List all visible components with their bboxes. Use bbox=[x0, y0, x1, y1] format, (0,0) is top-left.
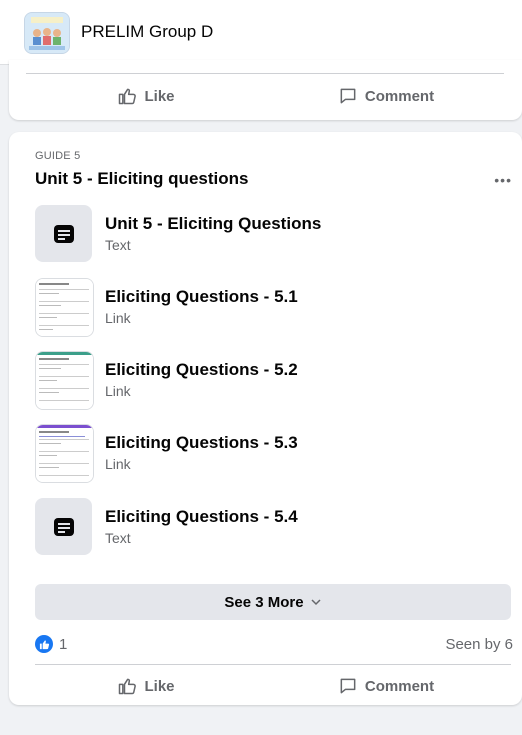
chevron-down-icon bbox=[311, 599, 321, 606]
guide-item-type: Text bbox=[105, 237, 131, 253]
guide-item-title: Eliciting Questions - 5.1 bbox=[105, 287, 298, 306]
more-horizontal-icon[interactable]: ••• bbox=[494, 172, 512, 188]
group-name[interactable]: PRELIM Group D bbox=[81, 22, 213, 42]
comment-label: Comment bbox=[364, 677, 435, 695]
like-label: Like bbox=[144, 87, 175, 105]
divider bbox=[35, 664, 511, 665]
guide-item-title: Unit 5 - Eliciting Questions bbox=[105, 214, 322, 233]
guide-item[interactable]: Eliciting Questions - 5.1 Link bbox=[35, 278, 505, 337]
document-icon bbox=[35, 205, 92, 262]
guide-item-title: Eliciting Questions - 5.2 bbox=[105, 360, 298, 379]
see-more-label: See 3 More bbox=[224, 593, 304, 611]
guide-item-type: Text bbox=[105, 530, 131, 546]
like-icon bbox=[119, 88, 137, 105]
guide-item[interactable]: Eliciting Questions - 5.4 Text bbox=[35, 498, 505, 556]
like-reaction-icon bbox=[35, 635, 53, 653]
guide-title[interactable]: Unit 5 - Eliciting questions bbox=[35, 169, 248, 189]
document-icon bbox=[35, 498, 92, 555]
reaction-count: 1 bbox=[59, 635, 68, 653]
guide-card: GUIDE 5 Unit 5 - Eliciting questions •••… bbox=[9, 132, 522, 705]
like-button[interactable]: Like bbox=[26, 78, 266, 114]
previous-post-card: Like Comment bbox=[9, 60, 522, 120]
see-more-button[interactable]: See 3 More bbox=[35, 584, 511, 620]
seen-by-count[interactable]: Seen by 6 bbox=[445, 636, 513, 653]
comment-button[interactable]: Comment bbox=[266, 78, 506, 114]
comment-label: Comment bbox=[364, 87, 435, 105]
guide-number-label: GUIDE 5 bbox=[35, 150, 81, 162]
guide-item-type: Link bbox=[105, 310, 131, 326]
guide-item[interactable]: Eliciting Questions - 5.3 Link bbox=[35, 424, 505, 483]
group-header: PRELIM Group D bbox=[0, 0, 522, 65]
guide-item-title: Eliciting Questions - 5.4 bbox=[105, 507, 298, 526]
like-label: Like bbox=[144, 677, 175, 695]
document-thumbnail-icon bbox=[35, 424, 94, 483]
document-thumbnail-icon bbox=[35, 351, 94, 410]
like-button[interactable]: Like bbox=[26, 668, 266, 704]
guide-item-type: Link bbox=[105, 383, 131, 399]
comment-icon bbox=[340, 88, 356, 104]
reaction-summary[interactable]: 1 bbox=[35, 635, 67, 653]
comment-icon bbox=[340, 678, 356, 694]
guide-item[interactable]: Unit 5 - Eliciting Questions Text bbox=[35, 205, 505, 263]
comment-button[interactable]: Comment bbox=[266, 668, 506, 704]
guide-item-title: Eliciting Questions - 5.3 bbox=[105, 433, 298, 452]
like-icon bbox=[119, 678, 137, 695]
guide-item[interactable]: Eliciting Questions - 5.2 Link bbox=[35, 351, 505, 410]
document-thumbnail-icon bbox=[35, 278, 94, 337]
group-avatar[interactable] bbox=[24, 12, 70, 54]
divider bbox=[26, 73, 504, 74]
guide-item-type: Link bbox=[105, 456, 131, 472]
